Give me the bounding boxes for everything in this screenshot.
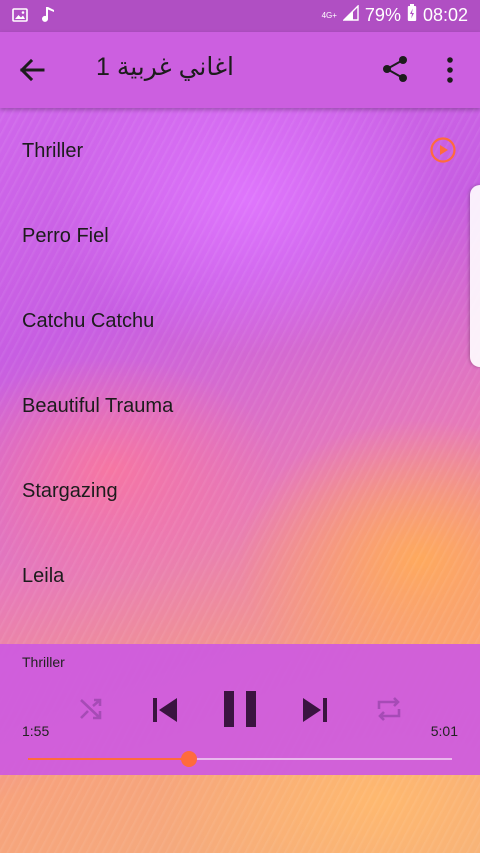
status-bar: 4G+ 79% 08:02: [0, 0, 480, 32]
song-title: Perro Fiel: [22, 225, 109, 247]
signal-icon: [342, 4, 359, 26]
page-title: اغاني غربية 1: [96, 53, 235, 81]
music-note-icon: [42, 6, 56, 29]
shuffle-button[interactable]: [76, 694, 106, 724]
pause-icon: [224, 691, 256, 727]
back-arrow-icon: [19, 58, 45, 82]
music-player: Thriller 1:55 5:01: [0, 644, 480, 775]
seek-bar[interactable]: [28, 751, 452, 767]
pause-button[interactable]: [222, 690, 258, 728]
back-button[interactable]: [16, 54, 48, 86]
play-circle-icon: [429, 136, 457, 164]
skip-previous-icon: [153, 698, 177, 722]
more-vert-icon: [447, 57, 453, 83]
repeat-icon: [377, 697, 401, 721]
shuffle-icon: [80, 698, 102, 720]
song-title: Beautiful Trauma: [22, 395, 174, 417]
skip-next-icon: [303, 698, 327, 722]
song-item[interactable]: Catchu Catchu: [0, 278, 480, 363]
total-time: 5:01: [430, 723, 458, 739]
seek-progress: [28, 758, 190, 760]
song-title: Stargazing: [22, 480, 118, 502]
song-item[interactable]: Stargazing: [0, 448, 480, 533]
network-type: 4G+: [321, 10, 337, 20]
elapsed-time: 1:55: [22, 723, 50, 739]
previous-button[interactable]: [150, 695, 180, 725]
seek-thumb[interactable]: [181, 751, 198, 767]
more-options-button[interactable]: [438, 54, 462, 86]
song-item[interactable]: Beautiful Trauma: [0, 363, 480, 448]
song-item[interactable]: Leila: [0, 533, 480, 618]
image-icon: [12, 7, 28, 28]
app-bar: اغاني غربية 1: [0, 32, 480, 108]
song-item[interactable]: Perro Fiel: [0, 193, 480, 278]
battery-percent: 79%: [364, 5, 401, 25]
battery-icon: [407, 4, 417, 27]
repeat-button[interactable]: [374, 694, 404, 724]
share-icon: [383, 56, 407, 82]
song-title: Catchu Catchu: [22, 310, 155, 332]
now-playing-title: Thriller: [22, 654, 65, 670]
edge-panel-handle[interactable]: [470, 185, 480, 367]
song-list: Thriller Perro Fiel Catchu Catchu Beauti…: [0, 108, 480, 644]
next-button[interactable]: [300, 695, 330, 725]
clock: 08:02: [422, 5, 468, 25]
share-button[interactable]: [380, 54, 410, 84]
song-item[interactable]: Thriller: [0, 108, 480, 193]
song-title: Thriller: [22, 140, 84, 162]
song-title: Leila: [22, 565, 65, 587]
